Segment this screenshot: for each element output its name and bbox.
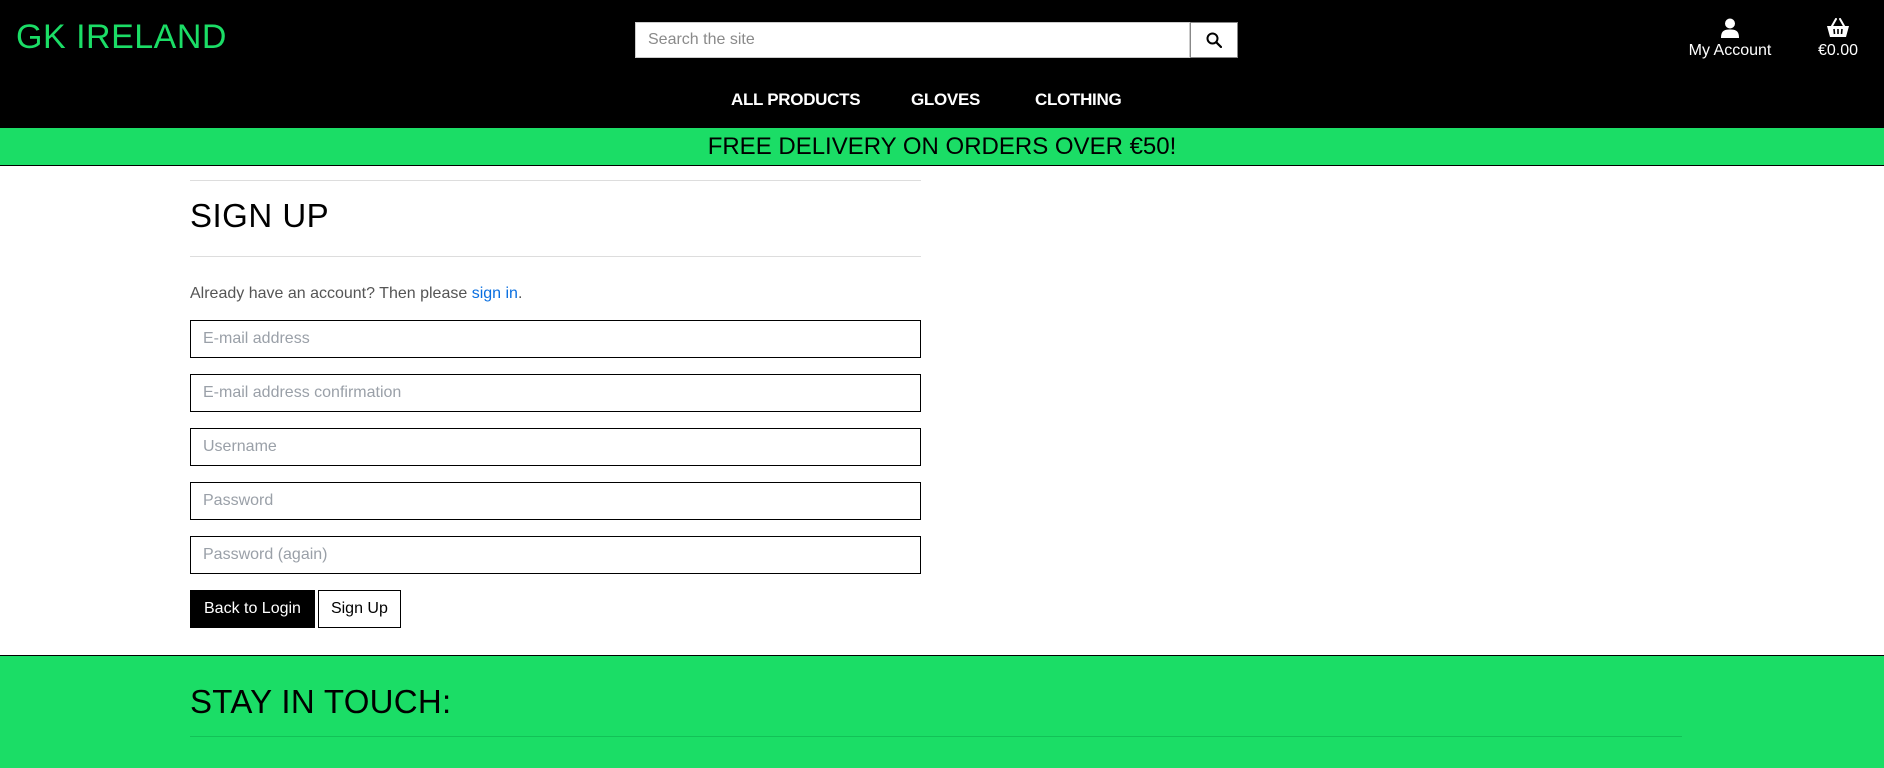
signin-prompt-text: Already have an account? Then please [190,285,472,302]
search-input[interactable] [635,22,1190,58]
back-to-login-button[interactable]: Back to Login [190,590,315,628]
divider [190,256,921,257]
page-title: SIGN UP [190,197,330,234]
email-confirm-field[interactable] [190,374,921,412]
nav-clothing[interactable]: CLOTHING [1035,90,1122,110]
site-footer: STAY IN TOUCH: [0,655,1884,768]
site-header: GK IRELAND My Account [0,0,1884,128]
delivery-banner: FREE DELIVERY ON ORDERS OVER €50! [0,128,1884,166]
nav-all-products[interactable]: ALL PRODUCTS [731,90,861,110]
divider [190,180,921,181]
form-actions: Back to Login Sign Up [190,590,921,628]
cart-total: €0.00 [1817,42,1859,59]
search-icon [1206,32,1222,48]
search-bar [635,22,1238,58]
email-field[interactable] [190,320,921,358]
user-icon [1721,18,1739,38]
password-field[interactable] [190,482,921,520]
sign-up-button[interactable]: Sign Up [317,590,401,628]
username-field[interactable] [190,428,921,466]
my-account-link[interactable]: My Account [1680,16,1780,60]
signin-prompt-period: . [517,285,523,302]
site-logo[interactable]: GK IRELAND [16,18,227,57]
nav-gloves[interactable]: GLOVES [911,90,980,110]
search-button[interactable] [1190,22,1238,58]
signin-prompt: Already have an account? Then please sig… [190,285,921,303]
basket-icon [1827,18,1849,37]
cart-link[interactable]: €0.00 [1808,16,1868,60]
password-again-field[interactable] [190,536,921,574]
footer-divider [190,736,1682,737]
signin-link[interactable]: sign in [472,285,518,302]
signup-section: SIGN UP Already have an account? Then pl… [190,166,921,628]
my-account-label: My Account [1688,42,1772,59]
footer-heading: STAY IN TOUCH: [190,683,452,720]
signup-form: Back to Login Sign Up [190,320,921,628]
